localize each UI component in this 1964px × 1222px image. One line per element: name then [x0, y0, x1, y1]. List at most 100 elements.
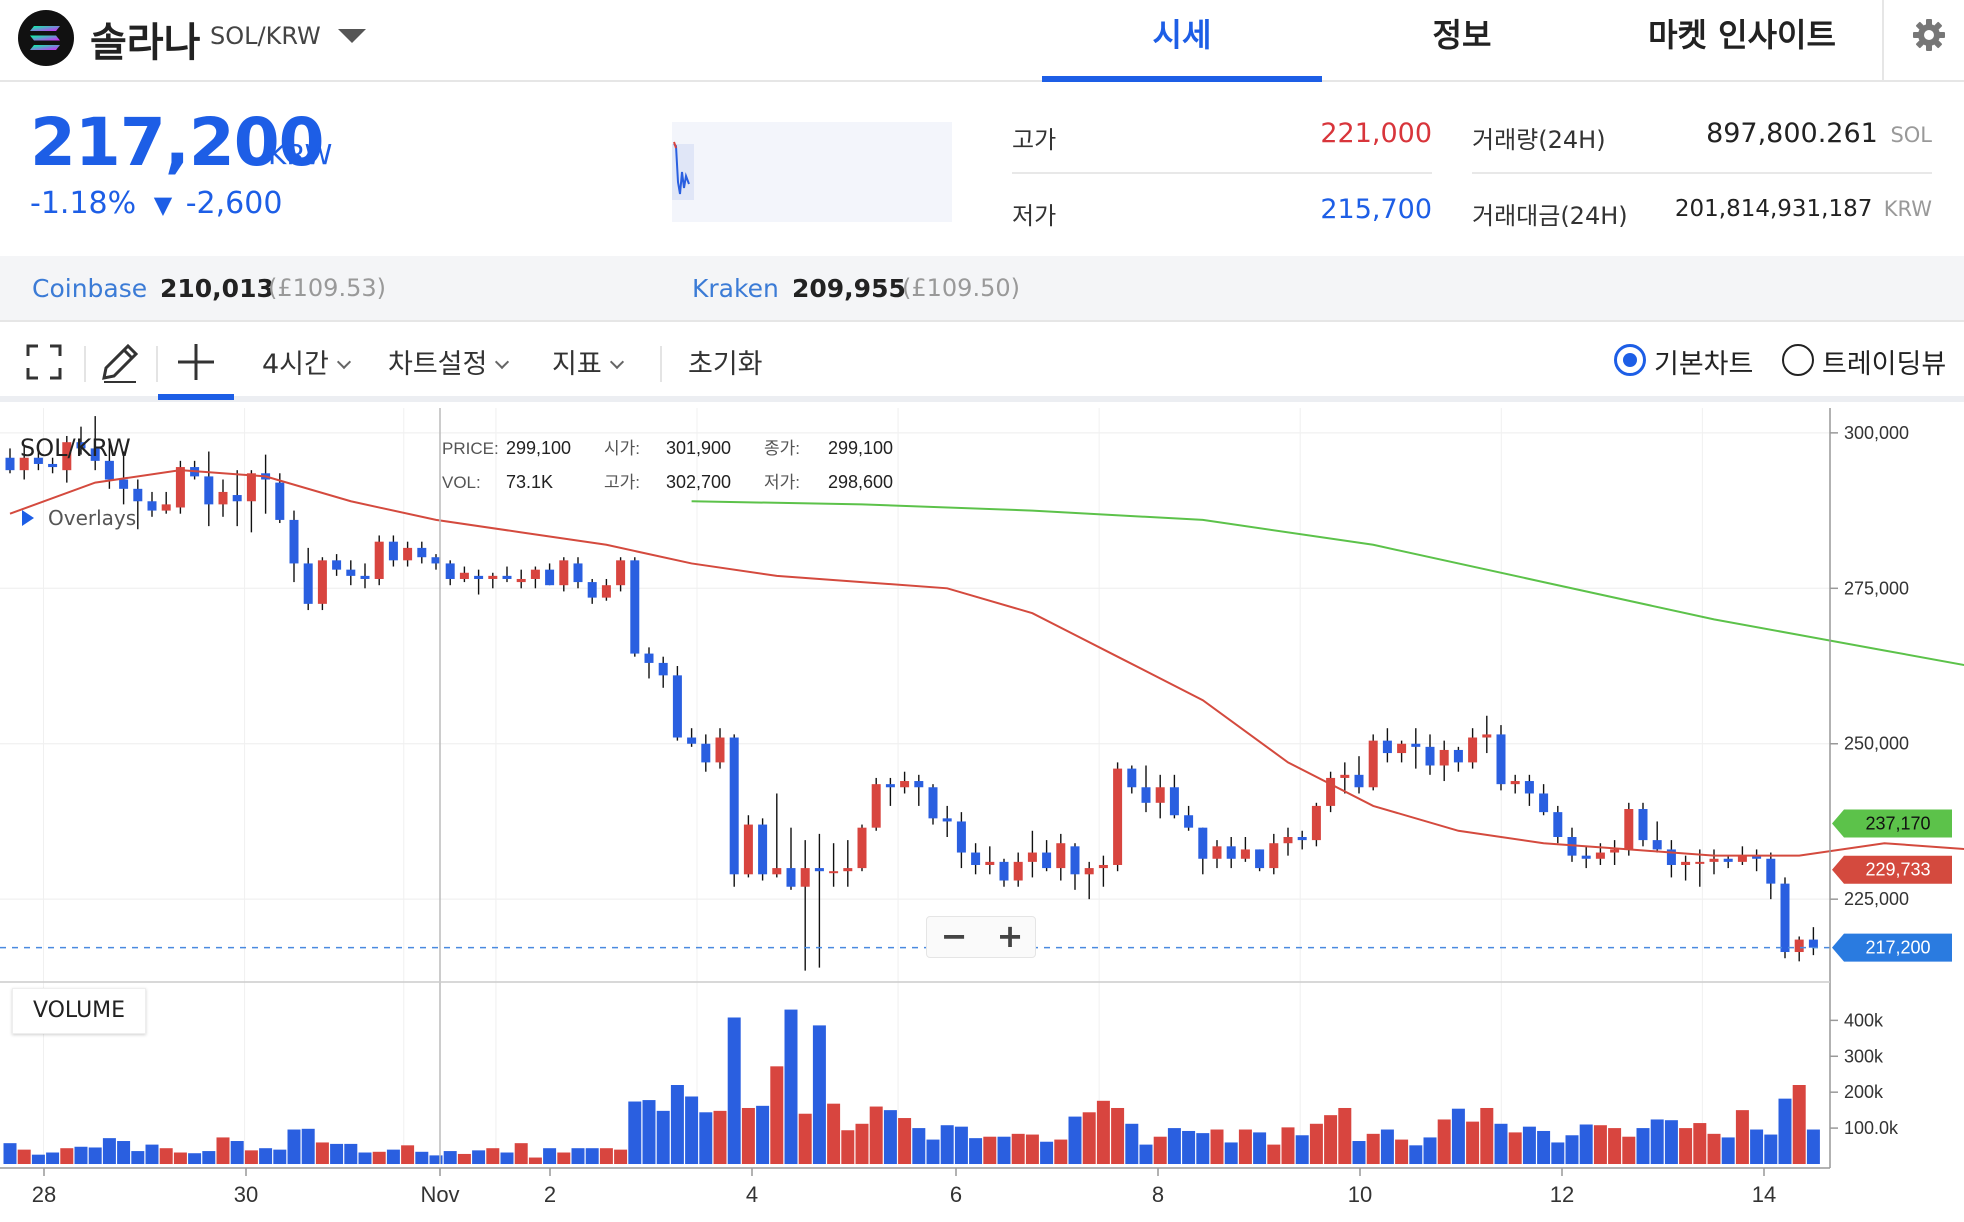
volume-bar	[1693, 1123, 1707, 1164]
candle-body	[1155, 787, 1165, 803]
exchange-kraken-price: 209,955	[792, 274, 906, 303]
ma-short-line	[9, 469, 1964, 857]
volume-bar	[230, 1141, 244, 1164]
volume-bar	[656, 1110, 670, 1164]
candle-body	[488, 575, 498, 579]
candle-body	[1425, 746, 1435, 766]
volume-bar	[1593, 1125, 1607, 1164]
overlays-label: Overlays	[48, 506, 137, 530]
tab-market-insight[interactable]: 마켓 인사이트	[1602, 0, 1882, 82]
toolbar-divider	[84, 346, 86, 382]
volume-bar	[46, 1152, 60, 1164]
indicators-dropdown[interactable]: 지표	[552, 342, 624, 381]
volume-bar	[614, 1149, 628, 1164]
legend-vol-value: 73.1K	[506, 472, 553, 492]
candlestick-chart[interactable]: 237,170 229,733 217,200 300,000 275,000 250,…	[0, 408, 1964, 1222]
candle-body	[1269, 843, 1279, 869]
radio-tradingview-label[interactable]: 트레이딩뷰	[1822, 342, 1946, 381]
chart-toolbar: 4시간 차트설정 지표 초기화 기본차트 트레이딩뷰	[0, 324, 1964, 402]
candle-body	[942, 818, 952, 822]
candle-body	[1794, 939, 1804, 953]
candle-body	[1553, 812, 1563, 837]
volume-bar	[1309, 1123, 1323, 1164]
x-tick-label: 28	[32, 1182, 56, 1207]
crosshair-icon[interactable]	[172, 338, 220, 386]
legend-close-value: 299,100	[828, 438, 893, 458]
volume-bar	[1210, 1129, 1224, 1164]
volume-bar	[1608, 1128, 1622, 1164]
candle-body	[715, 737, 725, 763]
candle-body	[1468, 737, 1478, 763]
radio-tradingview[interactable]	[1782, 344, 1814, 376]
radio-basic-chart-label[interactable]: 기본차트	[1654, 342, 1753, 381]
candle-body	[1496, 734, 1506, 785]
volume-bar	[628, 1101, 642, 1164]
candle-body	[1439, 749, 1449, 766]
fullscreen-icon[interactable]	[20, 338, 68, 386]
candle-body	[1510, 781, 1520, 785]
volume-24h-label: 거래량(24H)	[1472, 126, 1606, 154]
candle-body	[502, 575, 512, 579]
volume-bar	[1267, 1144, 1281, 1164]
volume-24h-unit: SOL	[1890, 123, 1932, 147]
overlays-toggle[interactable]: Overlays	[22, 506, 136, 530]
volume-bar	[1025, 1134, 1039, 1164]
turnover-24h-label: 거래대금(24H)	[1472, 202, 1628, 230]
exchange-coinbase-name[interactable]: Coinbase	[32, 274, 147, 303]
volume-bar	[1253, 1132, 1267, 1164]
candle-body	[388, 541, 398, 561]
x-tick-label: 4	[746, 1182, 758, 1207]
candle-body	[800, 868, 810, 887]
candle-body	[758, 824, 768, 875]
volume-bar	[912, 1128, 926, 1164]
volume-bar	[869, 1106, 883, 1164]
volume-bar	[1324, 1115, 1338, 1164]
volume-bar	[216, 1137, 230, 1164]
volume-bar	[401, 1145, 415, 1164]
high-value: 221,000	[1320, 118, 1432, 149]
solana-logo-icon	[18, 10, 74, 66]
volume-bar	[1664, 1120, 1678, 1164]
volume-bar	[1352, 1141, 1366, 1164]
candle-body	[275, 482, 285, 520]
zoom-in-button[interactable]: +	[983, 917, 1037, 957]
chart-area[interactable]: 237,170 229,733 217,200 300,000 275,000 250,…	[0, 408, 1964, 1222]
candle-body	[1113, 768, 1123, 865]
ma-long-badge: 237,170	[1832, 809, 1952, 838]
interval-dropdown[interactable]: 4시간	[262, 342, 351, 381]
x-tick-label: 14	[1752, 1182, 1776, 1207]
volume-bar	[1139, 1144, 1153, 1164]
price-badge: 217,200	[1832, 933, 1952, 962]
volume-bar	[1650, 1119, 1664, 1164]
radio-basic-chart[interactable]	[1614, 344, 1646, 376]
reset-button[interactable]: 초기화	[688, 342, 763, 381]
coin-name: 솔라나	[90, 20, 201, 66]
gear-icon[interactable]	[1912, 18, 1946, 52]
volume-bar	[1579, 1124, 1593, 1164]
candle-body	[829, 871, 839, 874]
chart-settings-dropdown[interactable]: 차트설정	[388, 342, 510, 381]
price-change: -1.18% ▼ -2,600	[30, 186, 282, 221]
crosshair-active-indicator	[158, 394, 234, 400]
tab-info[interactable]: 정보	[1322, 0, 1602, 82]
volume-bar	[173, 1152, 187, 1164]
chevron-down-icon[interactable]	[338, 29, 366, 43]
zoom-out-button[interactable]: −	[927, 917, 981, 957]
candle-body	[161, 504, 171, 511]
candle-body	[1354, 774, 1364, 788]
volume-bar	[1366, 1133, 1380, 1164]
volume-bar	[954, 1126, 968, 1164]
x-tick-label: 12	[1550, 1182, 1574, 1207]
volume-bar	[713, 1110, 727, 1164]
volume-bar	[1338, 1107, 1352, 1164]
x-tick-label: Nov	[420, 1182, 459, 1207]
volume-bar	[1537, 1130, 1551, 1164]
x-tick-label: 8	[1152, 1182, 1164, 1207]
legend-low-value: 298,600	[828, 472, 893, 492]
ma-short-badge-text: 229,733	[1865, 860, 1930, 880]
pencil-icon[interactable]	[96, 338, 144, 386]
exchange-kraken-name[interactable]: Kraken	[692, 274, 779, 303]
candle-body	[1780, 883, 1790, 953]
turnover-24h: 201,814,931,187 KRW	[1622, 196, 1932, 222]
tab-price[interactable]: 시세	[1042, 0, 1322, 82]
